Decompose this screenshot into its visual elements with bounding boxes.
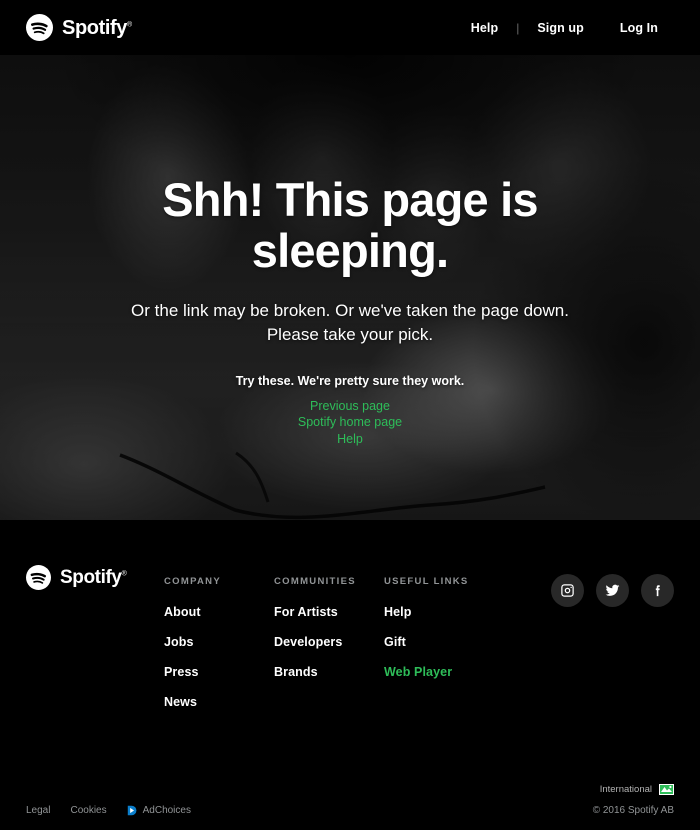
footer-link-about[interactable]: About [164, 605, 274, 619]
footer-column-useful-links: USEFUL LINKS Help Gift Web Player [384, 576, 494, 725]
footer-column-communities: COMMUNITIES For Artists Developers Brand… [274, 576, 384, 725]
column-heading: COMPANY [164, 576, 221, 587]
international-label: International [599, 784, 652, 795]
instagram-icon [561, 584, 574, 597]
header-logo[interactable]: Spotify® [26, 14, 132, 41]
hero-suggested-links: Previous page Spotify home page Help [0, 399, 700, 448]
link-help[interactable]: Help [0, 432, 700, 448]
page-title: Shh! This page is sleeping. [162, 173, 538, 277]
adchoices-icon [127, 805, 137, 816]
footer-wordmark: Spotify® [60, 567, 127, 588]
footer-link-developers[interactable]: Developers [274, 635, 384, 649]
footer-link-brands[interactable]: Brands [274, 665, 384, 679]
social-twitter-button[interactable] [596, 574, 629, 607]
hero-try-text: Try these. We're pretty sure they work. [235, 373, 465, 388]
link-spotify-home-page[interactable]: Spotify home page [0, 415, 700, 431]
nav-sign-up[interactable]: Sign up [519, 21, 602, 35]
footer-link-jobs[interactable]: Jobs [164, 635, 274, 649]
spotify-logo-icon [26, 14, 53, 41]
international-flag-icon [659, 784, 674, 795]
hero-section: Shh! This page is sleeping. Or the link … [0, 55, 700, 520]
footer-link-press[interactable]: Press [164, 665, 274, 679]
column-heading: USEFUL LINKS [384, 576, 469, 587]
footer-bottom-bar: International Legal Cookies AdChoices © … [26, 784, 674, 816]
footer-link-columns: COMPANY About Jobs Press News COMMUNITIE… [138, 564, 551, 725]
site-header: Spotify® Help | Sign up Log In [0, 0, 700, 55]
footer-link-help[interactable]: Help [384, 605, 494, 619]
column-heading: COMMUNITIES [274, 576, 356, 587]
footer-link-for-artists[interactable]: For Artists [274, 605, 384, 619]
hero-subtitle: Or the link may be broken. Or we've take… [131, 300, 569, 345]
hero-content: Shh! This page is sleeping. Or the link … [0, 55, 700, 447]
social-facebook-button[interactable] [641, 574, 674, 607]
footer-link-gift[interactable]: Gift [384, 635, 494, 649]
link-previous-page[interactable]: Previous page [0, 399, 700, 415]
footer-column-company: COMPANY About Jobs Press News [164, 576, 274, 725]
adchoices-label: AdChoices [142, 805, 191, 816]
legal-row: Legal Cookies AdChoices © 2016 Spotify A… [26, 805, 674, 816]
international-selector[interactable]: International [26, 784, 674, 795]
facebook-icon [655, 585, 660, 597]
header-nav: Help | Sign up Log In [453, 21, 676, 35]
site-footer: Spotify® COMPANY About Jobs Press News C… [0, 520, 700, 830]
footer-link-news[interactable]: News [164, 695, 274, 709]
cookies-link[interactable]: Cookies [70, 805, 106, 816]
legal-links: Legal Cookies AdChoices [26, 805, 191, 816]
header-wordmark: Spotify® [62, 16, 132, 39]
legal-link[interactable]: Legal [26, 805, 50, 816]
footer-link-web-player[interactable]: Web Player [384, 665, 494, 679]
social-instagram-button[interactable] [551, 574, 584, 607]
spotify-logo-icon [26, 565, 51, 590]
twitter-icon [605, 584, 620, 596]
copyright-text: © 2016 Spotify AB [592, 805, 674, 816]
nav-log-in[interactable]: Log In [602, 21, 676, 35]
social-links [551, 564, 674, 607]
nav-help[interactable]: Help [453, 21, 517, 35]
adchoices-link[interactable]: AdChoices [127, 805, 191, 816]
footer-logo[interactable]: Spotify® [26, 564, 138, 590]
footer-top: Spotify® COMPANY About Jobs Press News C… [26, 564, 674, 725]
